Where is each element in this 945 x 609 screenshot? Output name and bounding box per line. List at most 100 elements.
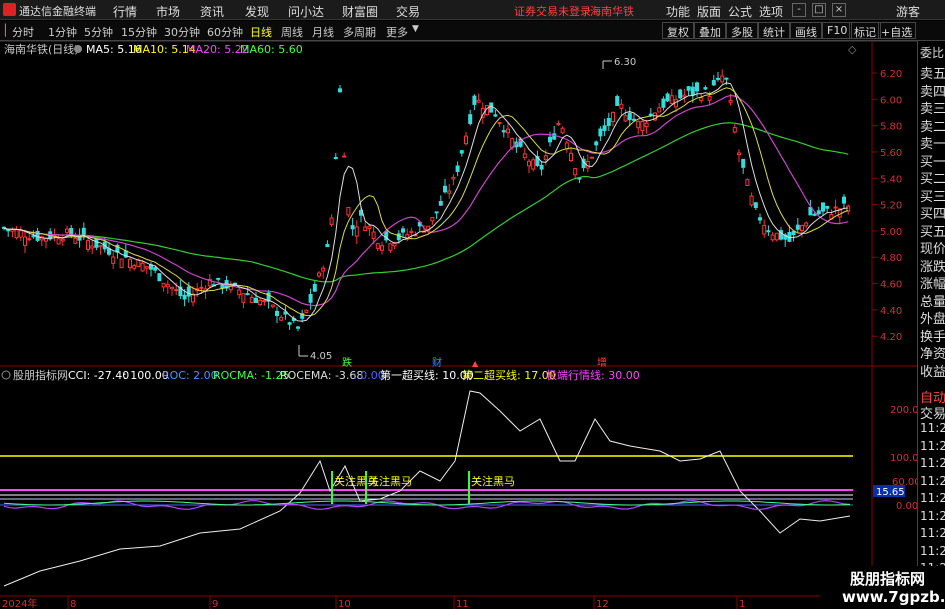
tab-5min[interactable]: 5分钟	[84, 24, 113, 40]
watermark-line2: www.7gpzb.com	[842, 588, 945, 606]
add-watchlist-button[interactable]: +自选	[878, 22, 916, 39]
candle-body	[716, 77, 720, 80]
candle-body	[174, 289, 179, 292]
second-overbought-value: 第二超买线: 17.00	[462, 368, 556, 382]
candle-body	[640, 120, 645, 132]
ind-tick-0: 0.00	[896, 501, 917, 512]
candle-body	[455, 165, 460, 172]
candle-body	[111, 256, 116, 264]
candle-body	[245, 293, 250, 296]
price-tick-label: 4.60	[880, 280, 902, 291]
side-label-item: 买二	[920, 172, 945, 187]
candle-body	[695, 82, 699, 92]
side-label-item: 卖四	[920, 84, 945, 100]
menu-item-wealth[interactable]: 财富圈	[342, 3, 378, 20]
candle-body	[237, 289, 242, 296]
tab-1min[interactable]: 1分钟	[48, 24, 77, 40]
menu-item-discover[interactable]: 发现	[245, 3, 269, 20]
multi-stock-button[interactable]: 多股	[726, 22, 758, 39]
candle-body	[632, 118, 636, 121]
maximize-button[interactable]: □	[812, 3, 826, 17]
adjust-button[interactable]: 复权	[662, 22, 694, 39]
candle-body	[569, 152, 573, 162]
collapse-chevron-icon[interactable]: ◇	[848, 43, 857, 56]
chart-area[interactable]: 海南华铁(日线) MA5: 5.16 MA10: 5.14 MA20: 5.22…	[0, 41, 917, 609]
x-tick: 12	[596, 599, 609, 609]
close-button[interactable]: ×	[832, 3, 846, 17]
menu-layout[interactable]: 版面	[697, 3, 721, 20]
login-warning[interactable]: 证券交易未登录	[514, 3, 591, 19]
menu-formula[interactable]: 公式	[728, 3, 752, 20]
price-tick-label: 5.20	[880, 201, 902, 212]
candle-body	[447, 190, 452, 194]
candle-body	[762, 225, 767, 235]
candle-body	[686, 86, 691, 91]
overlay-button[interactable]: 叠加	[694, 22, 726, 39]
candle-body	[699, 97, 704, 102]
x-tick: 8	[70, 599, 76, 609]
event-marker-increase[interactable]: 增	[597, 356, 607, 369]
more-chevron-icon[interactable]: ▼	[412, 24, 419, 34]
candle-body	[606, 118, 611, 126]
candle-body	[304, 309, 309, 313]
candle-body	[401, 228, 405, 233]
tab-intraday[interactable]: 分时	[12, 24, 34, 40]
price-tick-label: 5.80	[880, 122, 902, 133]
tab-15min[interactable]: 15分钟	[121, 24, 157, 40]
candle-body	[354, 226, 359, 237]
tab-daily[interactable]: 日线	[250, 24, 272, 40]
indicator-settings-icon[interactable]	[1, 370, 11, 380]
candle-body	[312, 283, 317, 292]
candle-body	[119, 258, 124, 269]
tab-multi-period[interactable]: 多周期	[343, 24, 376, 40]
event-marker-up-icon[interactable]: ▲	[472, 359, 479, 368]
candle-body	[543, 155, 548, 161]
minimize-button[interactable]: -	[792, 3, 806, 17]
side-label-item: 卖二	[920, 119, 945, 135]
side-label-item: 买一	[920, 154, 945, 170]
event-marker-finance[interactable]: 财	[432, 356, 442, 369]
candle-body	[720, 75, 725, 83]
candle-body	[317, 272, 321, 277]
f10-button[interactable]: F10	[822, 22, 853, 39]
tab-60min[interactable]: 60分钟	[207, 24, 243, 40]
candle-body	[241, 293, 246, 303]
candle-body	[459, 150, 464, 154]
draw-button[interactable]: 画线	[790, 22, 822, 39]
event-marker-down[interactable]: 跌	[342, 356, 352, 369]
menu-function[interactable]: 功能	[666, 3, 690, 20]
signal-label: 关注黑马	[471, 474, 515, 488]
ind-tick-100: 100.00	[890, 453, 917, 464]
menu-item-news[interactable]: 资讯	[200, 3, 224, 20]
menu-item-market[interactable]: 市场	[156, 3, 180, 20]
candle-body	[703, 87, 708, 90]
menu-item-quotes[interactable]: 行情	[113, 3, 137, 20]
stats-button[interactable]: 统计	[758, 22, 790, 39]
user-label[interactable]: 游客	[896, 3, 920, 20]
candle-body	[132, 265, 137, 269]
candle-body	[758, 217, 762, 221]
candle-body	[800, 224, 804, 232]
tab-monthly[interactable]: 月线	[312, 24, 334, 40]
mark-button[interactable]: 标记	[849, 22, 881, 39]
candle-body	[128, 258, 132, 269]
tab-more[interactable]: 更多	[386, 24, 408, 40]
tab-weekly[interactable]: 周线	[281, 24, 303, 40]
candle-body	[690, 86, 695, 96]
menu-options[interactable]: 选项	[759, 3, 783, 20]
candle-body	[296, 326, 300, 329]
candlestick-series	[2, 69, 851, 332]
x-tick: 11	[456, 599, 469, 609]
candle-body	[598, 128, 603, 137]
main-chart-title: 海南华铁(日线)	[4, 42, 79, 56]
tab-30min[interactable]: 30分钟	[164, 24, 200, 40]
candle-body	[678, 89, 683, 99]
settings-dot-icon[interactable]	[74, 45, 82, 53]
candle-body	[270, 304, 275, 308]
menu-item-ask[interactable]: 问小达	[288, 3, 324, 20]
candle-body	[472, 95, 477, 105]
menu-item-trade[interactable]: 交易	[396, 3, 420, 20]
side-label-item: 现价	[920, 242, 945, 257]
side-tab-trade[interactable]: 交易	[920, 403, 945, 422]
candle-body	[371, 231, 376, 240]
